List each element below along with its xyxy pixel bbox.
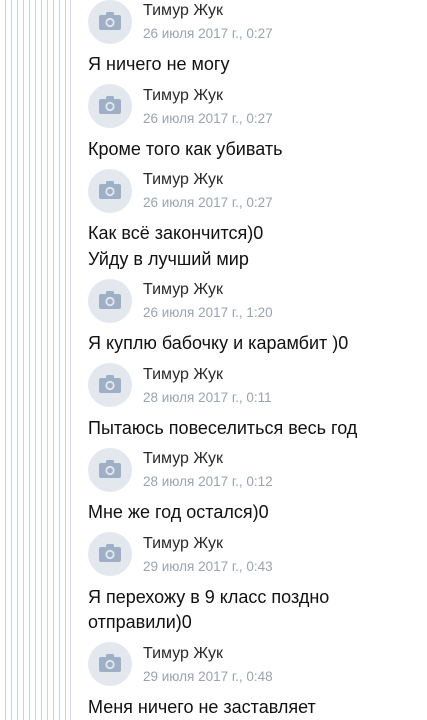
- avatar[interactable]: [88, 279, 132, 323]
- camera-icon: [99, 291, 121, 309]
- camera-icon: [99, 12, 121, 30]
- message-timestamp: 29 июля 2017 г., 0:43: [143, 559, 273, 574]
- camera-icon: [99, 375, 121, 393]
- avatar[interactable]: [88, 532, 132, 576]
- message-text: Как всё закончится)0: [88, 223, 264, 243]
- message-author[interactable]: Тимур Жук: [143, 535, 223, 553]
- message-author[interactable]: Тимур Жук: [143, 645, 223, 663]
- message-text: отправили)0: [88, 612, 192, 632]
- message-timestamp: 28 июля 2017 г., 0:12: [143, 474, 273, 489]
- avatar[interactable]: [88, 363, 132, 407]
- avatar[interactable]: [88, 169, 132, 213]
- message-text: Я ничего не могу: [88, 54, 230, 74]
- message-author[interactable]: Тимур Жук: [143, 2, 223, 20]
- avatar[interactable]: [88, 84, 132, 128]
- camera-icon: [99, 654, 121, 672]
- camera-icon: [99, 460, 121, 478]
- message-timestamp: 29 июля 2017 г., 0:48: [143, 669, 273, 684]
- camera-icon: [99, 181, 121, 199]
- avatar[interactable]: [88, 448, 132, 492]
- message-timestamp: 28 июля 2017 г., 0:11: [143, 390, 272, 405]
- message-text: Кроме того как убивать: [88, 139, 283, 159]
- message-text: Меня ничего не заставляет: [88, 697, 316, 717]
- message-author[interactable]: Тимур Жук: [143, 87, 223, 105]
- avatar[interactable]: [88, 0, 132, 44]
- message-timestamp: 26 июля 2017 г., 0:27: [143, 195, 273, 210]
- message-author[interactable]: Тимур Жук: [143, 171, 223, 189]
- message-feed[interactable]: Тимур Жук 26 июля 2017 г., 0:27 Я ничего…: [0, 0, 427, 720]
- message-timestamp: 26 июля 2017 г., 0:27: [143, 111, 273, 126]
- camera-icon: [99, 96, 121, 114]
- message-text: Пытаюсь повеселиться весь год: [88, 418, 358, 438]
- camera-icon: [99, 544, 121, 562]
- message-author[interactable]: Тимур Жук: [143, 281, 223, 299]
- message-text: Я перехожу в 9 класс поздно: [88, 587, 330, 607]
- message-timestamp: 26 июля 2017 г., 0:27: [143, 26, 273, 41]
- avatar[interactable]: [88, 642, 132, 686]
- message-text: Мне же год остался)0: [88, 502, 269, 522]
- message-author[interactable]: Тимур Жук: [143, 450, 223, 468]
- message-text: Я куплю бабочку и карамбит )0: [88, 333, 349, 353]
- message-author[interactable]: Тимур Жук: [143, 366, 223, 384]
- message-text: Уйду в лучший мир: [88, 249, 249, 269]
- message-timestamp: 26 июля 2017 г., 1:20: [143, 305, 273, 320]
